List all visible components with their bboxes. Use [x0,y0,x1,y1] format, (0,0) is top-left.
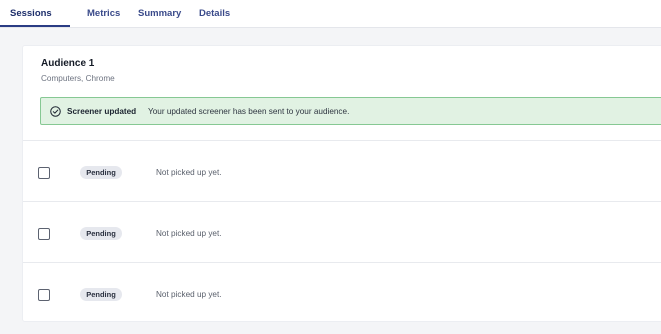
session-checkbox[interactable] [38,228,50,240]
screener-updated-banner: Screener updated Your updated screener h… [40,97,661,125]
status-badge: Pending [80,227,122,240]
session-row: Pending Not picked up yet. [23,262,661,323]
tab-summary[interactable]: Summary [138,8,181,19]
status-badge: Pending [80,166,122,179]
banner-message: Your updated screener has been sent to y… [148,107,350,116]
audience-card: Audience 1 Computers, Chrome Screener up… [22,45,661,322]
status-badge: Pending [80,288,122,301]
active-tab-indicator [0,25,70,27]
session-checkbox[interactable] [38,289,50,301]
session-row: Pending Not picked up yet. [23,201,661,262]
tab-details[interactable]: Details [199,8,230,19]
session-status-text: Not picked up yet. [156,290,222,299]
audience-subtitle: Computers, Chrome [41,74,115,83]
banner-title: Screener updated [67,107,137,116]
tab-bar: Sessions Metrics Summary Details [0,0,661,28]
check-circle-icon [50,106,61,117]
session-checkbox[interactable] [38,167,50,179]
session-status-text: Not picked up yet. [156,168,222,177]
session-status-text: Not picked up yet. [156,229,222,238]
audience-title: Audience 1 [41,58,95,69]
tab-sessions[interactable]: Sessions [10,8,52,19]
tab-metrics[interactable]: Metrics [87,8,120,19]
session-row: Pending Not picked up yet. [23,140,661,201]
